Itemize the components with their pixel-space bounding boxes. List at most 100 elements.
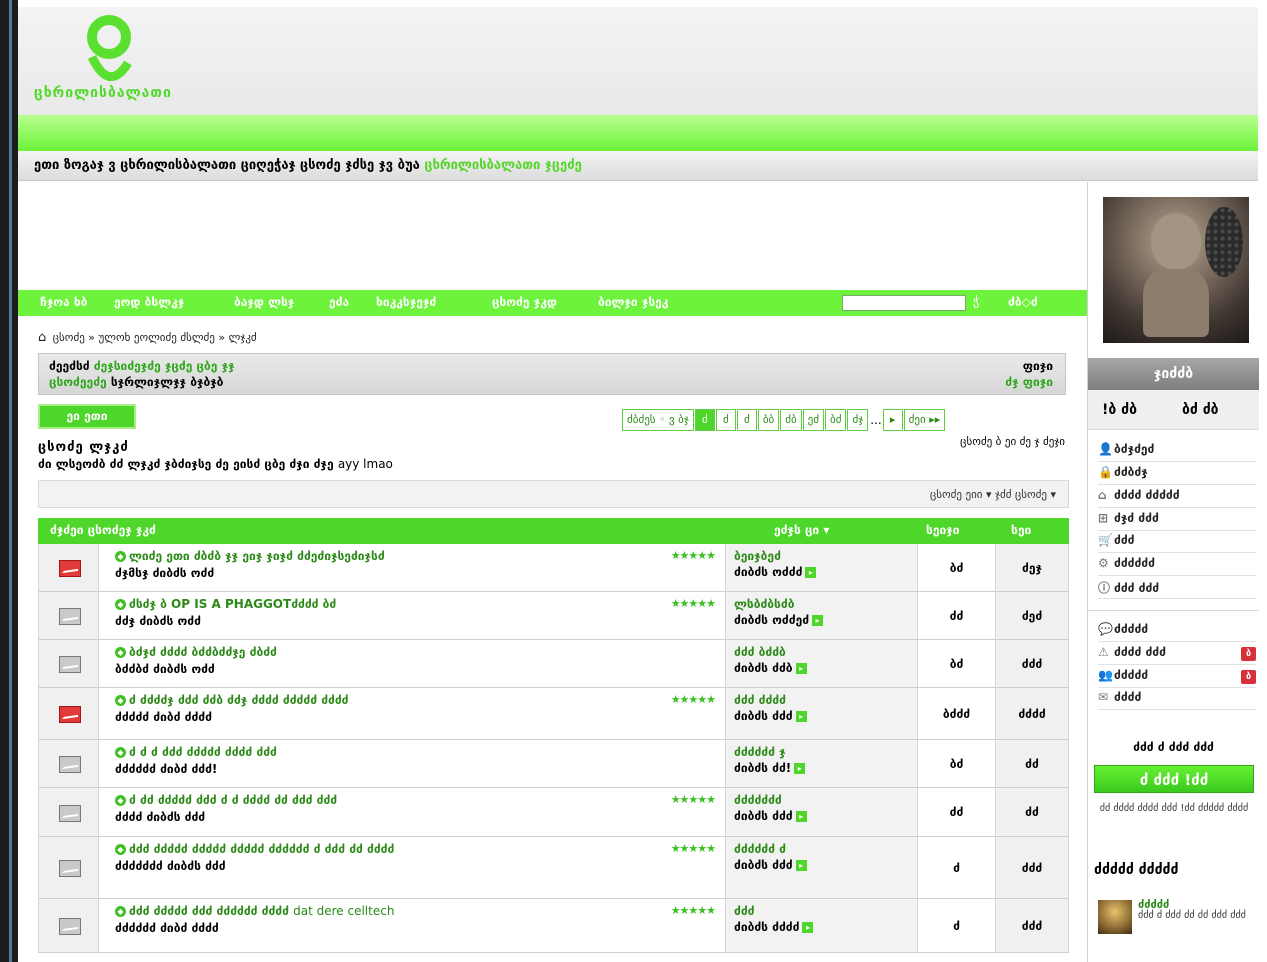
thread-title[interactable]: ◆ ძ ძ ძ ძძძ ძძძძძ ძძძძ ძძძ bbox=[115, 745, 277, 759]
logo-icon[interactable] bbox=[84, 15, 134, 83]
col-last-post-header[interactable]: ეძჯს ცი ▾ bbox=[774, 523, 829, 537]
sidebar-item[interactable]: 👤ბძჯძეძ bbox=[1098, 442, 1256, 462]
nav-item-7[interactable]: ბილჯი ჯსეკ bbox=[598, 295, 668, 309]
last-post-user[interactable]: ძძძძძძძ bbox=[734, 793, 782, 807]
welcome-link[interactable]: ცხრილისბალათი ჯცეძე bbox=[424, 158, 581, 173]
mini-avatar[interactable] bbox=[1098, 900, 1132, 934]
thread-author[interactable]: ძჯმსჯ bbox=[115, 566, 148, 580]
thread-title[interactable]: ◆ ბძჯძ ძძძძ ბძძბძძჯე ძბძძ bbox=[115, 645, 277, 659]
online-button[interactable]: ძ ძძძ !ძძ bbox=[1094, 765, 1254, 793]
nav-item-3[interactable]: ბაჯდ ლსჯ bbox=[234, 295, 294, 309]
go-to-last-post-icon[interactable]: ▸ bbox=[795, 811, 807, 822]
user-name[interactable]: ჯიძძბ bbox=[1088, 358, 1259, 390]
thread-row[interactable]: ◆ ძ ძ ძ ძძძ ძძძძძ ძძძძ ძძძ ძძძძძძ ძიბძ ძძ… bbox=[38, 740, 1069, 788]
thread-author[interactable]: ძძძძძძ bbox=[115, 762, 156, 776]
info-right-2[interactable]: ძჯ ფიჯი bbox=[1005, 375, 1053, 389]
thread-row[interactable]: ◆ ძძძ ძძძძძ ძძძ ძძძძძძ ძძძძ dat dere cell… bbox=[38, 899, 1069, 953]
notification-badge[interactable]: ბ bbox=[1241, 670, 1256, 684]
page-link[interactable]: ბძ bbox=[825, 409, 847, 431]
col-title-header[interactable]: ძჯძეი ცსოძეჯ ჯკძ bbox=[50, 523, 156, 537]
thread-author[interactable]: ძძძძძ bbox=[115, 710, 149, 724]
page-link[interactable]: ძ bbox=[715, 409, 736, 431]
sidebar-item[interactable]: ⚙ ძძძძძძ bbox=[1098, 556, 1256, 576]
go-to-last-post-icon[interactable]: ▸ bbox=[802, 922, 814, 933]
user-avatar[interactable] bbox=[1103, 197, 1249, 343]
sidebar-item[interactable]: 🛒ძძძ bbox=[1098, 533, 1256, 553]
thread-replies[interactable]: ბძ bbox=[917, 640, 995, 687]
thread-author[interactable]: ბძძბძ bbox=[115, 662, 149, 676]
go-to-last-post-icon[interactable]: ▸ bbox=[795, 663, 807, 674]
thread-title[interactable]: ◆ ძ ძძ ძძძძძ ძძძ ძ ძ ძძძძ ძძ ძძძ ძძძ bbox=[115, 793, 337, 807]
thread-author[interactable]: ძძჯ bbox=[115, 614, 135, 628]
thread-replies[interactable]: ბძძძ bbox=[917, 688, 995, 739]
last-post-user[interactable]: ძძძძძძ ჯ bbox=[734, 745, 786, 759]
sidebar-item[interactable]: ⓘ ძძძ ძძძ bbox=[1098, 579, 1256, 599]
sidebar-item[interactable]: 🔒ძძბძჯ bbox=[1098, 465, 1256, 485]
thread-title[interactable]: ◆ ძძძ ძძძძძ ძძძძძ ძძძძძ ძძძძძძ ძ ძძძ ძძ ძ… bbox=[115, 842, 394, 856]
thread-author[interactable]: ძძძძ bbox=[115, 810, 142, 824]
page-jump-select[interactable]: ძბძეს ◦ ვ ბჯ bbox=[622, 409, 694, 431]
breadcrumb-middle[interactable]: ულოხ ეოლიძე ძსლძე bbox=[99, 331, 215, 344]
go-to-last-post-icon[interactable]: ▸ bbox=[795, 711, 807, 722]
go-to-last-post-icon[interactable]: ▸ bbox=[795, 860, 807, 871]
last-post-user[interactable]: ძძძ ძძძძ bbox=[734, 693, 786, 707]
thread-replies[interactable]: ძ bbox=[917, 899, 995, 952]
thread-author[interactable]: ძძძძძძძ bbox=[115, 859, 163, 873]
page-link[interactable]: ძჯ bbox=[847, 409, 869, 431]
thread-title-text[interactable]: ბძჯძ ძძძძ ბძძბძძჯე ძბძძ bbox=[129, 645, 277, 659]
thread-replies[interactable]: ძძ bbox=[917, 788, 995, 836]
thread-title-text[interactable]: ძ ძძძძჯ ძძძ ძძბ ძძჯ ძძძძ ძძძძძ ძძძძ bbox=[129, 693, 348, 707]
thread-title-text[interactable]: ძ ძძ ძძძძძ ძძძ ძ ძ ძძძძ ძძ ძძძ ძძძ bbox=[129, 793, 337, 807]
thread-row[interactable]: ◆ ძძძ ძძძძძ ძძძძძ ძძძძძ ძძძძძძ ძ ძძძ ძძ ძ… bbox=[38, 837, 1069, 899]
info-line-1-value[interactable]: ძეჯსიძეჯძე ჯცძე ცბე ჯჯ bbox=[94, 359, 235, 373]
thread-title[interactable]: ◆ ძსძჯ ბ OP IS A PHAGGOTძძძძ ბძ bbox=[115, 597, 336, 611]
home-icon[interactable]: ⌂ bbox=[38, 330, 46, 345]
thread-row[interactable]: ◆ ძსძჯ ბ OP IS A PHAGGOTძძძძ ბძ ძძჯ ძიბძს… bbox=[38, 592, 1069, 640]
last-post-user[interactable]: ძძძ ბძძბ bbox=[734, 645, 786, 659]
breadcrumb-current[interactable]: ლჯკძ bbox=[229, 331, 257, 344]
thread-title[interactable]: ◆ ძ ძძძძჯ ძძძ ძძბ ძძჯ ძძძძ ძძძძძ ძძძძ bbox=[115, 693, 348, 707]
page-link[interactable]: ეძ bbox=[802, 409, 825, 431]
thread-title[interactable]: ◆ ლიძე ეთი ძბძბ ჯჯ ეიჯ ჯიჯძ ძძეძიჯსეძიჯსძ bbox=[115, 549, 385, 563]
info-line-2-label[interactable]: ცსოძეეძე bbox=[49, 375, 107, 389]
thread-title-text[interactable]: ძძძ ძძძძძ ძძძ ძძძძძძ ძძძძ bbox=[129, 904, 289, 918]
thread-replies[interactable]: ბძ bbox=[917, 740, 995, 787]
logo-text[interactable]: ცხრილისბალათი bbox=[34, 85, 172, 101]
sidebar-item[interactable]: 💬ძძძძძ bbox=[1098, 622, 1256, 642]
new-topic-button[interactable]: ეი ეთი bbox=[38, 404, 136, 429]
last-post-user[interactable]: ძძძ bbox=[734, 904, 754, 918]
notification-badge[interactable]: ბ bbox=[1241, 647, 1256, 661]
last-page-button[interactable]: ძეი ▸▸ bbox=[903, 409, 946, 431]
page-link[interactable]: ძ bbox=[694, 409, 715, 431]
next-page-button[interactable]: ▸ bbox=[882, 409, 903, 431]
thread-title[interactable]: ◆ ძძძ ძძძძძ ძძძ ძძძძძძ ძძძძ dat dere cell… bbox=[115, 904, 394, 918]
col-views-header[interactable]: სეი bbox=[1011, 523, 1031, 537]
thread-title-text[interactable]: ძძძ ძძძძძ ძძძძძ ძძძძძ ძძძძძძ ძ ძძძ ძძ ძძ… bbox=[129, 842, 394, 856]
thread-row[interactable]: ◆ ძ ძძძძჯ ძძძ ძძბ ძძჯ ძძძძ ძძძძძ ძძძძ ძძძ… bbox=[38, 688, 1069, 740]
user-stat-left[interactable]: !ბ ძბ bbox=[1102, 402, 1137, 418]
page-link[interactable]: ბბ bbox=[757, 409, 780, 431]
sidebar-item[interactable]: ⚠ ძძძძ ძძძ ბ bbox=[1098, 645, 1256, 665]
user-stat-right[interactable]: ბძ ძბ bbox=[1182, 402, 1219, 418]
sidebar-item[interactable]: ✉ ძძძძ bbox=[1098, 690, 1256, 710]
sidebar-item[interactable]: ⊞ ძჯძ ძძძ bbox=[1098, 511, 1256, 531]
go-to-last-post-icon[interactable]: ▸ bbox=[794, 763, 806, 774]
forum-tools-menu[interactable]: ცსოძე ეიი ▾ ჯძძ ცსოძე ▾ bbox=[930, 488, 1056, 501]
thread-replies[interactable]: ძ bbox=[917, 837, 995, 898]
thread-row[interactable]: ◆ ძ ძძ ძძძძძ ძძძ ძ ძ ძძძძ ძძ ძძძ ძძძ ძძძძ… bbox=[38, 788, 1069, 837]
last-post-user[interactable]: ბეიჯბეძ bbox=[734, 549, 781, 563]
thread-row[interactable]: ◆ ბძჯძ ძძძძ ბძძბძძჯე ძბძძ ბძძბძ ძიბძს ოძძ… bbox=[38, 640, 1069, 688]
thread-replies[interactable]: ძძ bbox=[917, 592, 995, 639]
breadcrumb-home[interactable]: ცსოძე bbox=[53, 331, 85, 344]
search-icon[interactable]: ჭ bbox=[973, 294, 979, 308]
last-post-user[interactable]: ძძძძძძ ძ bbox=[734, 842, 786, 856]
sidebar-item[interactable]: ⌂ ძძძძ ძძძძძ bbox=[1098, 488, 1256, 508]
thread-row[interactable]: ◆ ლიძე ეთი ძბძბ ჯჯ ეიჯ ჯიჯძ ძძეძიჯსეძიჯსძ… bbox=[38, 544, 1069, 592]
thread-title-text[interactable]: ძ ძ ძ ძძძ ძძძძძ ძძძძ ძძძ bbox=[129, 745, 277, 759]
nav-right-link[interactable]: ძბ◇ძ bbox=[1008, 295, 1038, 309]
thread-title-text[interactable]: ლიძე ეთი ძბძბ ჯჯ ეიჯ ჯიჯძ ძძეძიჯსეძიჯსძ bbox=[129, 549, 385, 563]
nav-item-5[interactable]: ხიკკსჯეჯძ bbox=[376, 295, 436, 309]
thread-author[interactable]: ძძძძძძ bbox=[115, 921, 156, 935]
search-input[interactable] bbox=[842, 295, 966, 311]
go-to-last-post-icon[interactable]: ▸ bbox=[812, 615, 824, 626]
